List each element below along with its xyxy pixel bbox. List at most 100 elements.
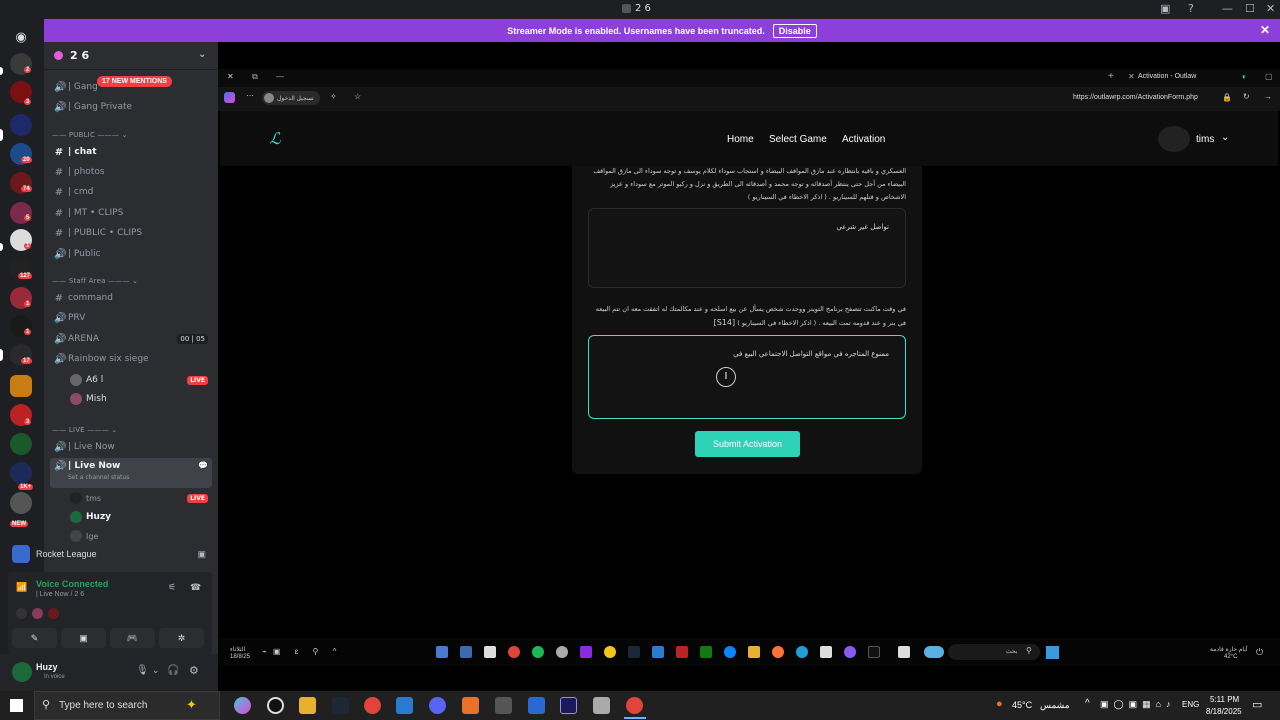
copilot-icon[interactable]: ✦ (186, 697, 197, 713)
channel-public-clips[interactable]: # | PUBLIC • CLIPS (50, 224, 212, 242)
minimize-button[interactable]: — (1222, 2, 1233, 15)
tray-icons[interactable]: ▣◯▣▦⌂♪ (1100, 699, 1176, 710)
avatar[interactable] (12, 662, 32, 682)
channel-prv[interactable]: 🔊 PRV (50, 309, 212, 327)
nav-home[interactable]: Home (727, 134, 754, 145)
channel-chat[interactable]: # | chat (50, 143, 212, 161)
copilot-app-icon[interactable] (234, 697, 251, 714)
notifications-icon[interactable]: ▭ (1252, 698, 1262, 711)
server-icon[interactable] (10, 433, 32, 455)
menu-dots-icon[interactable]: ⋯ (246, 91, 254, 100)
channel-gang-private[interactable]: 🔊 | Gang Private (50, 98, 212, 116)
favorite-star-icon[interactable]: ☆ (354, 92, 361, 101)
steam-icon[interactable] (332, 697, 349, 714)
server-icon[interactable] (10, 492, 32, 514)
channel-live-now-active[interactable]: 🔊 | Live Now Set a channel status 💬 (50, 458, 212, 488)
tab-close-icon[interactable]: ✕ (1128, 72, 1135, 81)
minimize-icon[interactable]: — (276, 72, 284, 81)
taskbar-weather-desc[interactable]: مشمس (1040, 700, 1070, 711)
app-icon[interactable] (462, 697, 479, 714)
maximize-button[interactable]: ☐ (1245, 2, 1255, 15)
noise-suppression-icon[interactable]: ⚟ (168, 582, 176, 593)
signin-button[interactable]: تسجيل الدخول (262, 91, 320, 105)
channel-public[interactable]: 🔊 | Public (50, 245, 212, 263)
windows-start-icon[interactable] (10, 699, 23, 712)
submit-activation-button[interactable]: Submit Activation (695, 431, 800, 457)
app-icon[interactable] (593, 697, 610, 714)
chevron-down-icon[interactable]: ⌄ (152, 665, 160, 676)
tab-actions-icon[interactable]: ⧉ (252, 72, 258, 82)
chrome-icon[interactable] (364, 697, 381, 714)
nav-select-game[interactable]: Select Game (769, 134, 827, 145)
chrome-icon[interactable] (626, 697, 643, 714)
channel-command[interactable]: # command (50, 289, 212, 307)
voice-member[interactable]: A6 l LIVE (66, 371, 212, 389)
taskbar-lang[interactable]: ENG (1182, 700, 1199, 709)
server-icon[interactable] (10, 114, 32, 136)
app-icon[interactable] (528, 697, 545, 714)
after-effects-icon[interactable] (560, 697, 577, 714)
answer-2-textarea[interactable]: ممنوع المتاجره في مواقع التواصل الاجتماع… (588, 335, 906, 419)
user-menu[interactable]: tims (1196, 134, 1214, 145)
channel-rainbow-six-siege[interactable]: 🔊 Rainbow six siege (50, 350, 212, 368)
activity-panel[interactable]: Rocket League ▣ (8, 542, 212, 566)
close-icon[interactable]: ✕ (227, 72, 234, 81)
soundboard-button[interactable]: ✲ (159, 628, 204, 648)
close-icon[interactable]: ✕ (1260, 23, 1270, 37)
channel-status[interactable]: Set a channel status (68, 474, 129, 481)
tray-chevron-icon[interactable]: ^ (1085, 698, 1090, 709)
inbox-icon[interactable]: ▣ (1160, 2, 1170, 15)
disconnect-icon[interactable]: ☎ (190, 582, 201, 593)
taskbar-time[interactable]: 5:11 PM (1210, 695, 1239, 704)
server-icon[interactable] (10, 462, 32, 484)
tab-title[interactable]: Activation - Outlaw (1138, 73, 1196, 80)
channel-arena[interactable]: 🔊 ARENA 00 | 05 (50, 330, 212, 348)
category-live[interactable]: —— LIVE ——— ⌄ (52, 426, 117, 434)
activities-button[interactable]: 🎮 (110, 628, 155, 648)
chevron-down-icon[interactable]: ⌄ (1221, 132, 1229, 143)
help-icon[interactable]: ? (1188, 2, 1194, 15)
headphones-icon[interactable]: 🎧 (167, 665, 179, 676)
channel-photos[interactable]: # | photos (50, 163, 212, 181)
taskbar-temp[interactable]: 45°C (1012, 700, 1032, 710)
voice-member[interactable]: Huzy (66, 508, 212, 526)
new-mentions-pill[interactable]: 17 NEW MENTIONS (97, 76, 172, 87)
app-icon[interactable] (396, 697, 413, 714)
discord-home-icon[interactable]: ◉ (10, 27, 32, 49)
new-tab-icon[interactable]: + (1108, 71, 1114, 82)
avatar[interactable] (1158, 126, 1190, 152)
channel-scroller[interactable]: 🔊 | Gang 🔊 | Gang Private —— PUBLIC ——— ⌄ … (44, 70, 218, 542)
voice-channel[interactable]: | Live Now / 2 6 (36, 591, 84, 598)
url-field[interactable]: https://outlawrp.com/ActivationForm.php (1073, 94, 1198, 101)
site-logo-icon[interactable]: ℒ (264, 129, 286, 151)
taskbar-date[interactable]: 8/18/2025 (1206, 707, 1242, 716)
voice-member[interactable]: Ige (66, 527, 212, 542)
forward-icon[interactable]: → (1264, 92, 1272, 101)
refresh-icon[interactable]: ↻ (1243, 92, 1250, 101)
disable-button[interactable]: Disable (772, 23, 817, 38)
file-explorer-icon[interactable] (299, 697, 316, 714)
channel-cmd[interactable]: # | cmd (50, 183, 212, 201)
voice-member[interactable]: tms LIVE (66, 489, 212, 507)
camera-off-button[interactable]: ✎ (12, 628, 57, 648)
app-icon[interactable] (267, 697, 284, 714)
answer-1-textarea[interactable]: تواصل غير شرعي (588, 208, 906, 288)
activity-settings-icon[interactable]: ▣ (197, 549, 206, 560)
channel-mt-clips[interactable]: # | MT • CLIPS (50, 204, 212, 222)
collections-icon[interactable]: ✧ (330, 92, 337, 101)
gear-icon[interactable]: ⚙ (189, 664, 199, 677)
microphone-icon[interactable]: 🎙 (136, 665, 149, 676)
channel-live-now[interactable]: 🔊 | Live Now (50, 438, 212, 456)
close-window-button[interactable]: ✕ (1266, 2, 1275, 15)
screen-share-button[interactable]: ▣ (61, 628, 106, 648)
category-public[interactable]: —— PUBLIC ——— ⌄ (52, 131, 128, 139)
server-header[interactable]: 2 6 ⌄ (44, 42, 218, 70)
window-close-icon[interactable]: ▢ (1265, 72, 1273, 81)
chat-icon[interactable]: 💬 (198, 461, 208, 470)
category-staff-area[interactable]: —— Staff Area ——— ⌄ (52, 277, 138, 285)
folder-icon[interactable] (10, 375, 32, 397)
voice-member[interactable]: Mish (66, 390, 212, 408)
discord-icon[interactable] (429, 697, 446, 714)
nav-activation[interactable]: Activation (842, 134, 885, 145)
app-icon[interactable] (495, 697, 512, 714)
